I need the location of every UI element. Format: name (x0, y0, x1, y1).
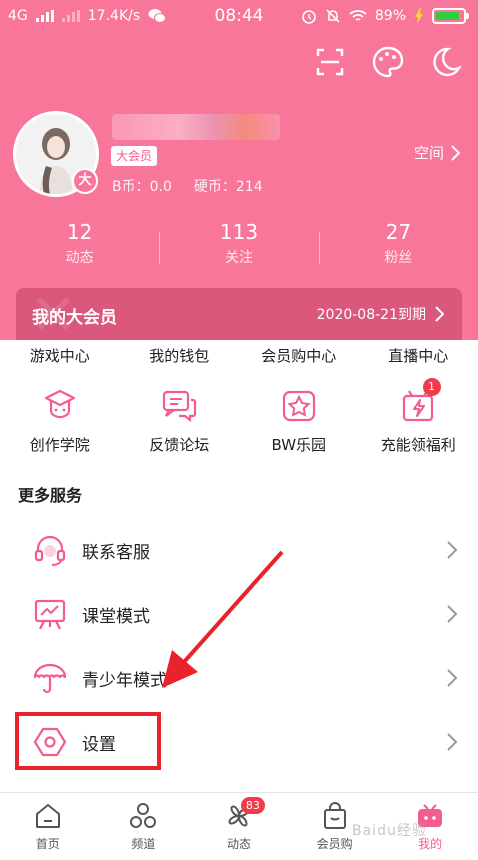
annotation-arrow (162, 550, 284, 688)
shopping-bag-icon (323, 802, 346, 829)
home-icon (35, 804, 60, 828)
channels-icon (130, 803, 157, 828)
tab-label: 频道 (131, 837, 156, 851)
tab-channels[interactable]: 频道 (96, 793, 192, 860)
tab-label: 动态 (226, 837, 251, 851)
tab-label: 首页 (35, 837, 60, 851)
tab-home[interactable]: 首页 (0, 793, 96, 860)
watermark: Baidu经验 (352, 823, 427, 839)
tab-dynamic[interactable]: 83 动态 (191, 793, 287, 860)
notification-badge: 83 (240, 797, 265, 814)
